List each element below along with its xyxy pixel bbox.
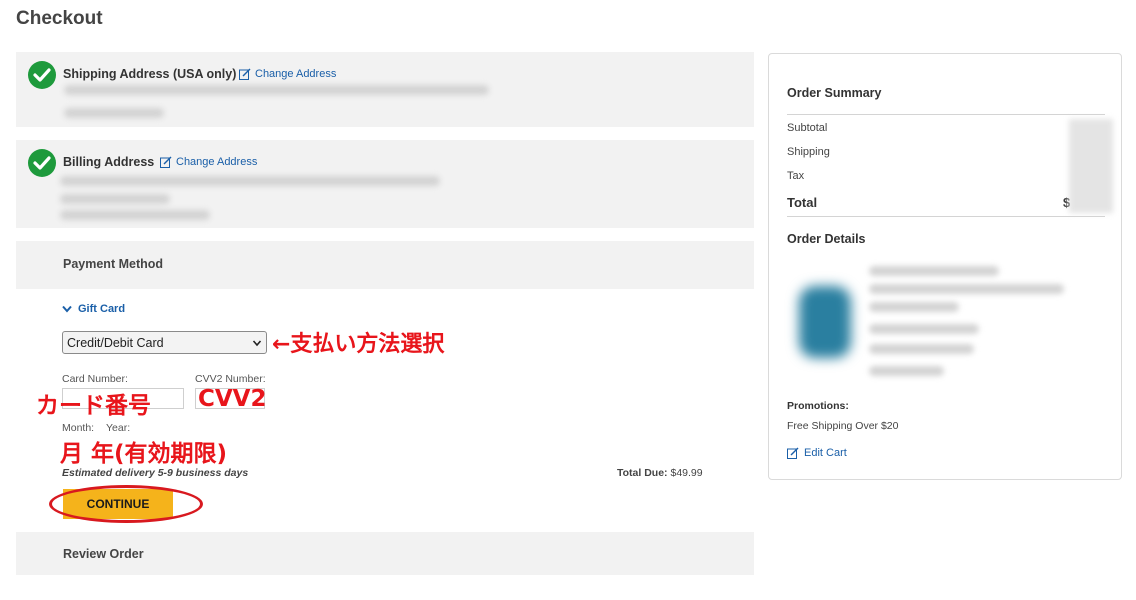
- redacted-product-line: [869, 266, 999, 276]
- redacted-product-line: [869, 284, 1064, 294]
- order-summary-title: Order Summary: [787, 86, 882, 100]
- divider: [787, 216, 1105, 217]
- total-label: Total: [787, 195, 818, 210]
- subtotal-label: Subtotal: [787, 122, 828, 134]
- redacted-product-line: [869, 302, 959, 312]
- redacted-product-line: [869, 324, 979, 334]
- redacted-address-line: [64, 85, 489, 95]
- edit-icon: [239, 68, 251, 80]
- payment-method-title: Payment Method: [63, 257, 164, 271]
- edit-cart-label: Edit Cart: [804, 447, 847, 459]
- check-circle-icon: [28, 61, 56, 89]
- redacted-product-line: [869, 366, 944, 376]
- change-address-label: Change Address: [176, 156, 258, 168]
- order-summary-panel: Order Summary Subtotal Shipping Tax Tota…: [768, 53, 1122, 480]
- change-address-label: Change Address: [255, 68, 337, 80]
- delivery-estimate: Estimated delivery 5-9 business days: [62, 467, 249, 479]
- annotation-cvv: CVV2: [198, 386, 267, 412]
- total-due-label: Total Due:: [617, 467, 668, 479]
- divider: [787, 114, 1105, 115]
- annotation-payment-select: ←支払い方法選択: [272, 332, 445, 357]
- card-number-label: Card Number:: [62, 373, 128, 385]
- year-label: Year:: [106, 422, 131, 434]
- billing-address-panel: Billing Address Change Address: [16, 140, 754, 228]
- review-order-title: Review Order: [63, 547, 144, 561]
- total-due-value: $49.99: [670, 467, 703, 479]
- annotation-expiry: 月 年(有効期限): [60, 441, 228, 467]
- redacted-address-line: [64, 108, 164, 118]
- payment-method-header: Payment Method: [16, 241, 754, 289]
- edit-icon: [160, 156, 172, 168]
- redacted-summary-values: [1069, 119, 1113, 213]
- check-circle-icon: [28, 149, 56, 177]
- payment-method-value: Credit/Debit Card: [67, 335, 164, 350]
- promotion-value: Free Shipping Over $20: [787, 420, 899, 432]
- product-image: [799, 286, 851, 358]
- edit-icon: [787, 447, 799, 459]
- redacted-address-line: [60, 210, 210, 220]
- redacted-address-line: [60, 194, 170, 204]
- gift-card-label: Gift Card: [78, 303, 126, 315]
- total-due: Total Due: $49.99: [617, 467, 703, 479]
- promotions-label: Promotions:: [787, 400, 849, 412]
- shipping-address-panel: Shipping Address (USA only) Change Addre…: [16, 52, 754, 127]
- redacted-address-line: [60, 176, 440, 186]
- payment-method-select[interactable]: Credit/Debit Card: [62, 331, 267, 354]
- month-label: Month:: [62, 422, 95, 434]
- change-billing-address-link[interactable]: Change Address: [160, 156, 257, 168]
- redacted-product-line: [869, 344, 974, 354]
- billing-address-title: Billing Address: [63, 155, 155, 169]
- shipping-label: Shipping: [787, 146, 830, 158]
- chevron-down-icon: [62, 305, 72, 313]
- change-shipping-address-link[interactable]: Change Address: [239, 68, 336, 80]
- review-order-panel[interactable]: Review Order: [16, 532, 754, 575]
- chevron-down-icon: [252, 339, 262, 346]
- shipping-address-title: Shipping Address (USA only): [63, 67, 237, 81]
- annotation-card-number: カード番号: [36, 393, 151, 419]
- annotation-circle: [49, 485, 203, 523]
- edit-cart-link[interactable]: Edit Cart: [787, 447, 847, 459]
- tax-label: Tax: [787, 170, 805, 182]
- page-title: Checkout: [16, 8, 103, 29]
- gift-card-toggle[interactable]: Gift Card: [62, 303, 125, 315]
- order-details-title: Order Details: [787, 232, 866, 246]
- cvv-label: CVV2 Number:: [195, 373, 266, 385]
